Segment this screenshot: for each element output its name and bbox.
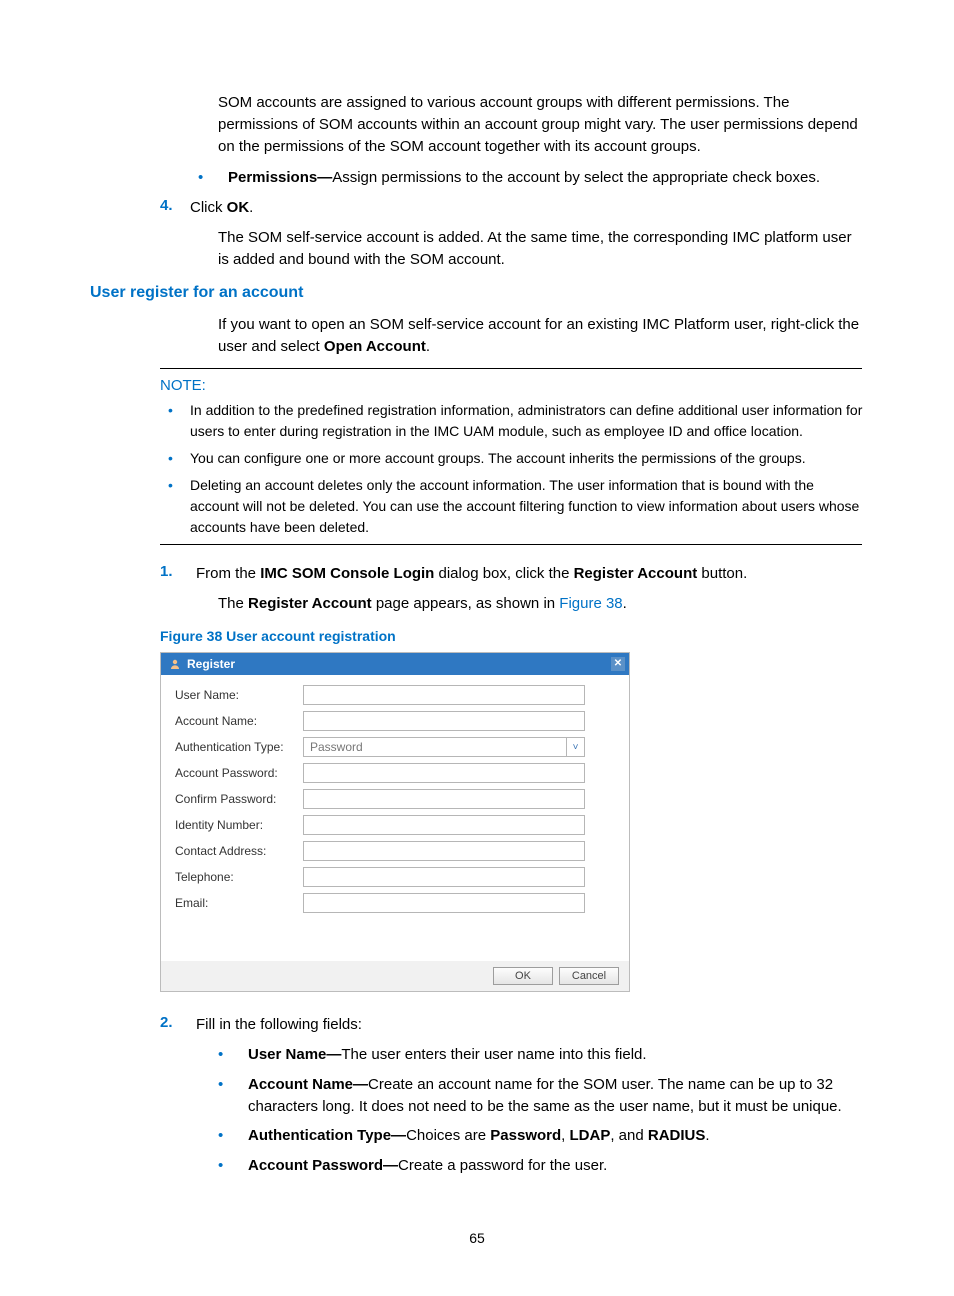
identity-number-label: Identity Number: [175, 818, 303, 832]
bullet-icon: • [218, 1155, 248, 1177]
step-2-text: Fill in the following fields: [196, 1014, 864, 1036]
bullet-icon: • [168, 448, 190, 469]
section-heading: User register for an account [90, 284, 864, 302]
bullet-icon: • [168, 400, 190, 442]
page-number: 65 [0, 1230, 954, 1246]
contact-address-input[interactable] [303, 841, 585, 861]
intro-paragraph: SOM accounts are assigned to various acc… [218, 92, 864, 157]
dialog-titlebar: Register ✕ [161, 653, 629, 675]
account-name-label: Account Name: [175, 714, 303, 728]
dialog-footer: OK Cancel [161, 961, 629, 991]
bullet-icon: • [168, 475, 190, 538]
user-name-input[interactable] [303, 685, 585, 705]
field-account-name: Account Name—Create an account name for … [248, 1074, 864, 1118]
user-name-label: User Name: [175, 688, 303, 702]
permissions-bullet: Permissions—Assign permissions to the ac… [228, 167, 864, 189]
field-user-name: User Name—The user enters their user nam… [248, 1044, 864, 1066]
chevron-down-icon[interactable]: ˅ [566, 738, 584, 756]
account-name-input[interactable] [303, 711, 585, 731]
email-input[interactable] [303, 893, 585, 913]
bullet-icon: • [218, 1125, 248, 1147]
step-2-number: 2. [160, 1014, 196, 1036]
note-item-3: Deleting an account deletes only the acc… [190, 475, 864, 538]
email-label: Email: [175, 896, 303, 910]
step-1-after: The Register Account page appears, as sh… [218, 593, 864, 615]
contact-address-label: Contact Address: [175, 844, 303, 858]
confirm-password-label: Confirm Password: [175, 792, 303, 806]
account-password-label: Account Password: [175, 766, 303, 780]
auth-type-label: Authentication Type: [175, 740, 303, 754]
step-1-text: From the IMC SOM Console Login dialog bo… [196, 563, 864, 585]
ok-button[interactable]: OK [493, 967, 553, 985]
figure-link[interactable]: Figure 38 [559, 595, 622, 612]
note-label: NOTE: [160, 377, 864, 394]
cancel-button[interactable]: Cancel [559, 967, 619, 985]
field-account-password: Account Password—Create a password for t… [248, 1155, 864, 1177]
permissions-label: Permissions— [228, 169, 332, 186]
step-4-number: 4. [160, 197, 190, 219]
auth-type-select[interactable]: Password ˅ [303, 737, 585, 757]
step-4-after: The SOM self-service account is added. A… [218, 227, 864, 271]
register-dialog: Register ✕ User Name: Account Name: Auth… [160, 652, 630, 992]
close-icon[interactable]: ✕ [611, 657, 625, 671]
confirm-password-input[interactable] [303, 789, 585, 809]
bullet-icon: • [218, 1044, 248, 1066]
step-4-text: Click OK. [190, 197, 864, 219]
divider-bottom [160, 544, 862, 545]
dialog-title-text: Register [187, 657, 235, 671]
auth-type-value: Password [304, 740, 369, 754]
section-intro: If you want to open an SOM self-service … [218, 314, 864, 358]
bullet-icon: • [218, 1074, 248, 1118]
identity-number-input[interactable] [303, 815, 585, 835]
telephone-input[interactable] [303, 867, 585, 887]
field-auth-type: Authentication Type—Choices are Password… [248, 1125, 864, 1147]
divider-top [160, 368, 862, 369]
figure-caption: Figure 38 User account registration [160, 628, 864, 644]
step-1-number: 1. [160, 563, 196, 585]
note-item-1: In addition to the predefined registrati… [190, 400, 864, 442]
user-icon [169, 658, 181, 670]
note-item-2: You can configure one or more account gr… [190, 448, 864, 469]
permissions-text: Assign permissions to the account by sel… [332, 169, 820, 186]
telephone-label: Telephone: [175, 870, 303, 884]
bullet-icon: • [198, 167, 228, 189]
account-password-input[interactable] [303, 763, 585, 783]
